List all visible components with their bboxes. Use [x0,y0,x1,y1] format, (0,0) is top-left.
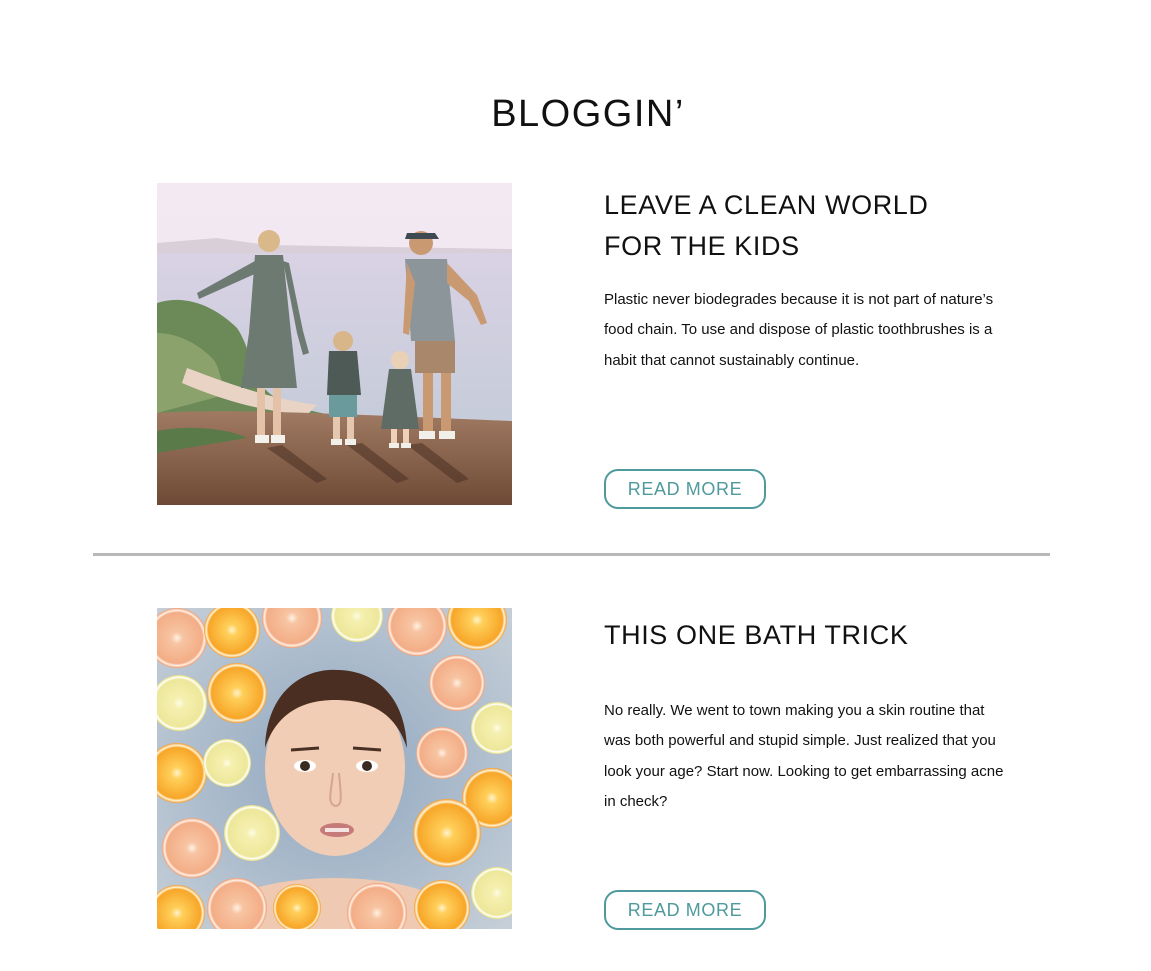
read-more-button[interactable]: READ MORE [604,890,766,930]
post-title-line: LEAVE A CLEAN WORLD [604,190,929,220]
citrus-bath-face-photo [157,608,512,929]
post-excerpt: No really. We went to town making you a … [604,702,1004,811]
family-on-cliff-photo [157,183,512,505]
page-title: BLOGGIN’ [491,93,685,135]
post-image-citrus-bath[interactable] [157,608,512,929]
post-image-family[interactable] [157,183,512,505]
post-divider [93,553,1050,556]
post-excerpt: Plastic never biodegrades because it is … [604,291,994,369]
blog-post: THIS ONE BATH TRICK No really. We went t… [0,608,1151,933]
post-title-line: THIS ONE BATH TRICK [604,620,909,650]
blog-post: LEAVE A CLEAN WORLD FOR THE KIDS Plastic… [0,183,1151,509]
read-more-button[interactable]: READ MORE [604,469,766,509]
post-title[interactable]: THIS ONE BATH TRICK [604,615,1024,656]
post-title-line: FOR THE KIDS [604,231,800,261]
post-title[interactable]: LEAVE A CLEAN WORLD FOR THE KIDS [604,185,1024,267]
